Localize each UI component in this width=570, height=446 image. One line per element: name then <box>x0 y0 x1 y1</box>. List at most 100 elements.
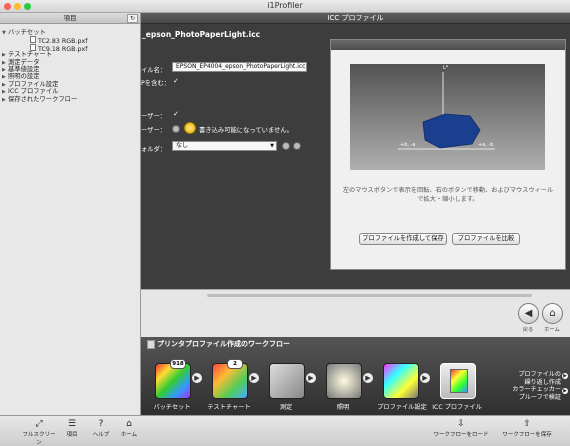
home-icon: ⌂ <box>126 419 132 429</box>
tree-item-label: 保存されたワークフロー <box>8 95 78 103</box>
proof-arrow-icon[interactable]: ▶ <box>562 388 568 394</box>
step-icc-profile[interactable] <box>440 363 476 399</box>
tree-item-measurement[interactable]: ▶ 測定データ <box>2 59 87 66</box>
main-panel: ICC プロファイル _epson_PhotoPaperLight.icc イル… <box>141 13 570 415</box>
profile-name: _epson_PhotoPaperLight.icc <box>142 30 261 39</box>
file-icon <box>30 36 36 44</box>
tree-item-label: テストチャート <box>8 51 53 59</box>
colorchecker-proof-link-line2[interactable]: プルーフで検証 <box>503 394 561 402</box>
help-button[interactable]: ? ヘルプ <box>89 419 113 438</box>
icc-document-icon <box>450 369 468 393</box>
folder-label: ォルダ： <box>141 146 167 153</box>
step-arrow-icon: ▶ <box>192 373 202 383</box>
home-button[interactable]: ⌂ <box>542 303 563 324</box>
file-icon <box>30 43 36 51</box>
fullscreen-label: フルスクリーン <box>22 432 56 446</box>
tree-item-test-chart[interactable]: ▶ テストチャート <box>2 51 87 58</box>
warning-icon <box>184 122 196 134</box>
colorchecker-proof-link-line1[interactable]: カラーチェッカー <box>503 386 561 394</box>
horizontal-scrollbar[interactable] <box>207 294 532 297</box>
load-workflow-button[interactable]: ⇩ ワークフローをロード <box>430 419 492 438</box>
tree-item-label: プロファイル設定 <box>8 80 59 88</box>
step-profile-settings[interactable] <box>383 363 419 399</box>
step-test-chart[interactable]: 2 <box>212 359 248 399</box>
step-arrow-icon: ▶ <box>249 373 259 383</box>
list-icon: ☰ <box>67 419 77 429</box>
axis-left-label: +b, -a <box>400 142 415 148</box>
sidebar: 項目 ↻ ▼ バッチセット TC2.83 RGB.pxf TC9.18 RGB.p… <box>0 13 141 415</box>
profile-preview-panel: L* +b, -a +a, -b 左のマウスボタンで表示を回転、右のボタンで移動… <box>330 39 566 270</box>
tree-item-label: 基準値設定 <box>8 65 40 73</box>
create-and-save-profile-button[interactable]: プロファイルを作成して保存 <box>359 233 447 245</box>
tree-item-icc-profile[interactable]: ▶ ICC プロファイル <box>2 88 87 95</box>
axis-l-label: L* <box>443 65 449 71</box>
gamut-surface <box>422 113 481 149</box>
sidebar-header: 項目 ↻ <box>0 13 140 24</box>
tree-item-file[interactable]: TC2.83 RGB.pxf <box>2 36 87 45</box>
step-batch-set[interactable]: 918 <box>155 359 191 399</box>
step-label: 測定 <box>279 404 293 411</box>
main-header: ICC プロファイル <box>141 13 570 24</box>
workflow-title: プリンタプロファイル作成のワークフロー <box>157 340 290 348</box>
step-lighting[interactable] <box>326 363 362 399</box>
workflow-panel: プリンタプロファイル作成のワークフロー 918 バッチセット ▶ 2 テストチャ… <box>141 337 570 415</box>
gamut-3d-view[interactable]: L* +b, -a +a, -b <box>350 64 545 170</box>
sidebar-header-label: 項目 <box>63 14 77 22</box>
save-workflow-button[interactable]: ⇧ ワークフローを保存 <box>498 419 556 438</box>
load-workflow-icon: ⇩ <box>457 419 465 429</box>
step-label: プロファイル設定 <box>377 404 427 411</box>
tree-item-batch-set[interactable]: ▼ バッチセット <box>2 29 87 36</box>
folder-select[interactable]: なし ▼ <box>172 141 277 151</box>
navigation-bar: ◀ 戻る ⌂ ホーム <box>141 301 570 337</box>
tree-item-lighting[interactable]: ▶ 照明の設定 <box>2 73 87 80</box>
window-title: i1Profiler <box>267 1 303 10</box>
title-bar: i1Profiler <box>0 0 570 13</box>
repeat-profile-link-line2[interactable]: 繰り返し作成 <box>503 379 561 387</box>
tree-item-label: 照明の設定 <box>8 73 40 81</box>
filename-input[interactable]: EPSON_EP4004_epson_PhotoPaperLight.icc <box>172 62 307 72</box>
user-radio[interactable] <box>172 125 180 133</box>
bottom-toolbar: ⤢ フルスクリーン ☰ 項目 ? ヘルプ ⌂ ホーム ⇩ ワークフローをロード … <box>0 415 570 446</box>
axis-right-label: +a, -b <box>478 142 493 148</box>
step-measurement[interactable] <box>269 363 305 399</box>
step-arrow-icon: ▶ <box>363 373 373 383</box>
fullscreen-icon: ⤢ <box>35 419 43 429</box>
step-label: バッチセット <box>153 404 191 411</box>
step-arrow-icon: ▶ <box>306 373 316 383</box>
include-checkbox[interactable]: ✓ <box>173 78 179 85</box>
help-label: ヘルプ <box>92 432 110 438</box>
back-button[interactable]: ◀ <box>518 303 539 324</box>
tree-item-label: ICC プロファイル <box>8 88 59 96</box>
filename-label: イル名： <box>141 67 167 74</box>
tree-item-label: バッチセット <box>8 29 46 36</box>
tree-item-saved-workflows[interactable]: ▶ 保存されたワークフロー <box>2 96 87 103</box>
batch-count-badge: 918 <box>170 359 186 369</box>
items-button[interactable]: ☰ 項目 <box>62 419 82 438</box>
save-workflow-label: ワークフローを保存 <box>502 432 552 438</box>
tree-item-label: 測定データ <box>8 58 40 66</box>
step-label: テストチャート <box>207 404 251 411</box>
help-icon: ? <box>98 419 104 429</box>
fullscreen-button[interactable]: ⤢ フルスクリーン <box>20 419 58 446</box>
step-label: 照明 <box>336 404 350 411</box>
step-arrow-icon: ▶ <box>420 373 430 383</box>
chart-count-badge: 2 <box>227 359 243 369</box>
add-folder-button[interactable] <box>282 142 290 150</box>
user-label: ーザー： <box>141 113 167 120</box>
back-label: 戻る <box>522 327 534 333</box>
items-label: 項目 <box>66 432 78 438</box>
preview-header-bar <box>331 40 565 50</box>
save-workflow-icon: ⇧ <box>523 419 531 429</box>
repeat-profile-link-line1[interactable]: プロファイルの <box>503 371 561 379</box>
user-checkbox[interactable]: ✓ <box>173 111 179 118</box>
sidebar-tree: ▼ バッチセット TC2.83 RGB.pxf TC9.18 RGB.pxf ▶ テ… <box>2 29 87 103</box>
repeat-arrow-icon[interactable]: ▶ <box>562 373 568 379</box>
remove-folder-button[interactable] <box>293 142 301 150</box>
printer-icon <box>147 340 155 349</box>
workflow-side-links[interactable]: プロファイルの 繰り返し作成 カラーチェッカー プルーフで検証 <box>503 371 561 401</box>
refresh-button[interactable]: ↻ <box>127 14 138 23</box>
home-toolbar-button[interactable]: ⌂ ホーム <box>117 419 141 438</box>
user-label-2: ーザー： <box>141 127 167 134</box>
home-toolbar-label: ホーム <box>120 432 138 438</box>
compare-profile-button[interactable]: プロファイルを比較 <box>452 233 520 245</box>
